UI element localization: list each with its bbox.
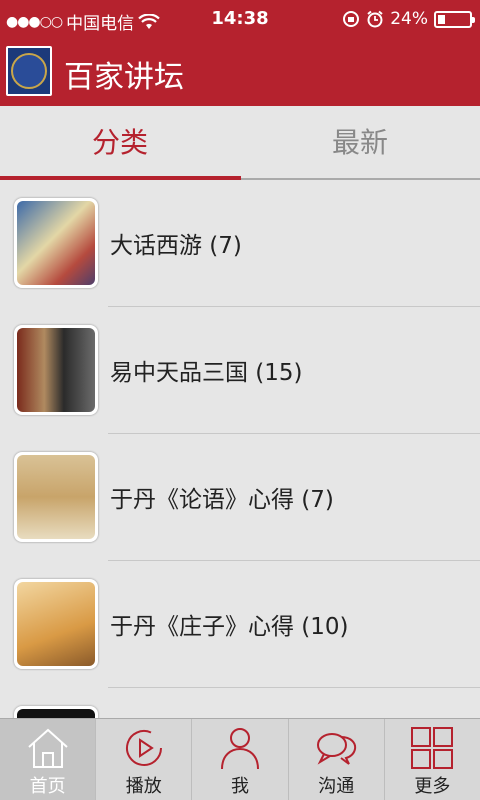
status-bar: ●●●○○ 中国电信 14:38 24%: [0, 0, 480, 40]
nav-label: 沟通: [318, 776, 355, 797]
app-header: 百家讲坛: [0, 40, 480, 106]
rotation-lock-icon: [343, 11, 360, 27]
nav-more[interactable]: 更多: [385, 719, 480, 800]
nav-play[interactable]: 播放: [96, 719, 193, 800]
play-icon: [125, 730, 162, 766]
tab-bar: 分类 最新: [0, 106, 480, 180]
nav-label: 播放: [125, 776, 162, 797]
battery-percent: 24%: [390, 9, 428, 29]
tab-category[interactable]: 分类: [0, 106, 240, 180]
category-list: 大话西游 (7) 易中天品三国 (15) 于丹《论语》心得 (7) 于丹《庄子》…: [0, 180, 480, 720]
alarm-icon: [367, 10, 383, 28]
chat-icon: [317, 733, 357, 765]
page-title: 百家讲坛: [64, 60, 184, 95]
list-item-label: 于丹《庄子》心得 (10): [110, 614, 349, 640]
status-right: 24%: [342, 9, 475, 29]
thumbnail: [14, 579, 98, 669]
cover-image: [17, 582, 95, 666]
thumbnail: [14, 198, 98, 288]
list-item[interactable]: 于丹《庄子》心得 (10): [0, 561, 480, 688]
nav-label: 首页: [29, 776, 66, 797]
app-logo: [6, 46, 52, 96]
grid-icon: [411, 727, 454, 769]
cover-image: [17, 455, 95, 539]
thumbnail: [14, 452, 98, 542]
nav-home[interactable]: 首页: [0, 719, 97, 800]
list-item-label: 易中天品三国 (15): [110, 360, 303, 386]
logo-emblem: [11, 53, 47, 89]
thumbnail: [14, 325, 98, 415]
home-icon: [27, 728, 68, 768]
list-item[interactable]: [0, 688, 480, 720]
list-item[interactable]: 易中天品三国 (15): [0, 307, 480, 434]
battery-icon: [434, 10, 475, 28]
list-item-label: 于丹《论语》心得 (7): [110, 487, 334, 513]
cover-image: [17, 328, 95, 412]
nav-chat[interactable]: 沟通: [289, 719, 385, 800]
list-item[interactable]: 大话西游 (7): [0, 180, 480, 307]
bottom-nav: 首页 播放 我 沟通 更多: [0, 718, 480, 800]
nav-label: 我: [231, 776, 249, 797]
cover-image: [17, 201, 95, 285]
user-icon: [221, 728, 259, 770]
list-item[interactable]: 于丹《论语》心得 (7): [0, 434, 480, 561]
nav-label: 更多: [414, 776, 451, 797]
nav-me[interactable]: 我: [192, 719, 289, 800]
battery-fill: [438, 14, 446, 24]
list-item-label: 大话西游 (7): [110, 233, 242, 259]
tab-latest[interactable]: 最新: [240, 106, 480, 180]
